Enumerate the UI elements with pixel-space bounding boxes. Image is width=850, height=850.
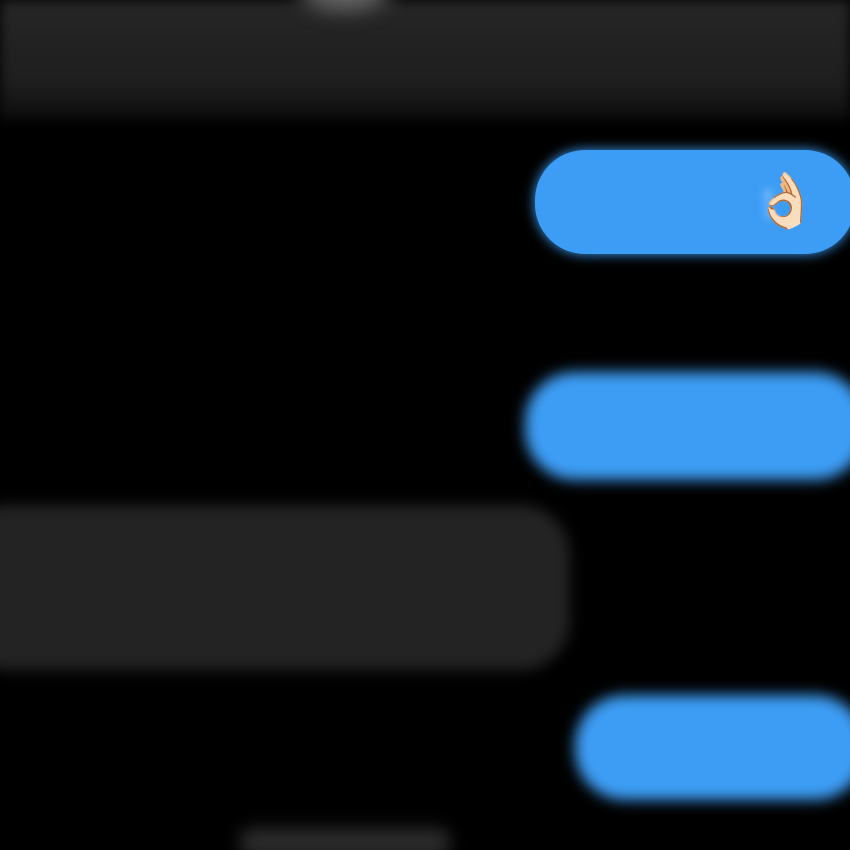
- message-text: t: [762, 176, 775, 228]
- delivery-status: [240, 828, 450, 850]
- messages-screen: t 👌🏻: [0, 0, 850, 850]
- message-text-line: [0, 533, 540, 589]
- contact-name[interactable]: [210, 14, 450, 54]
- incoming-message-bubble[interactable]: [0, 505, 570, 670]
- header-subtitle: [0, 66, 220, 102]
- message-timestamp: [190, 300, 490, 346]
- ok-hand-emoji-icon: 👌🏻: [752, 171, 820, 231]
- message-text: [615, 721, 835, 773]
- message-text: [575, 400, 835, 450]
- outgoing-message-bubble[interactable]: [525, 372, 850, 480]
- message-text-line: [0, 593, 420, 649]
- outgoing-message-bubble[interactable]: [575, 695, 850, 800]
